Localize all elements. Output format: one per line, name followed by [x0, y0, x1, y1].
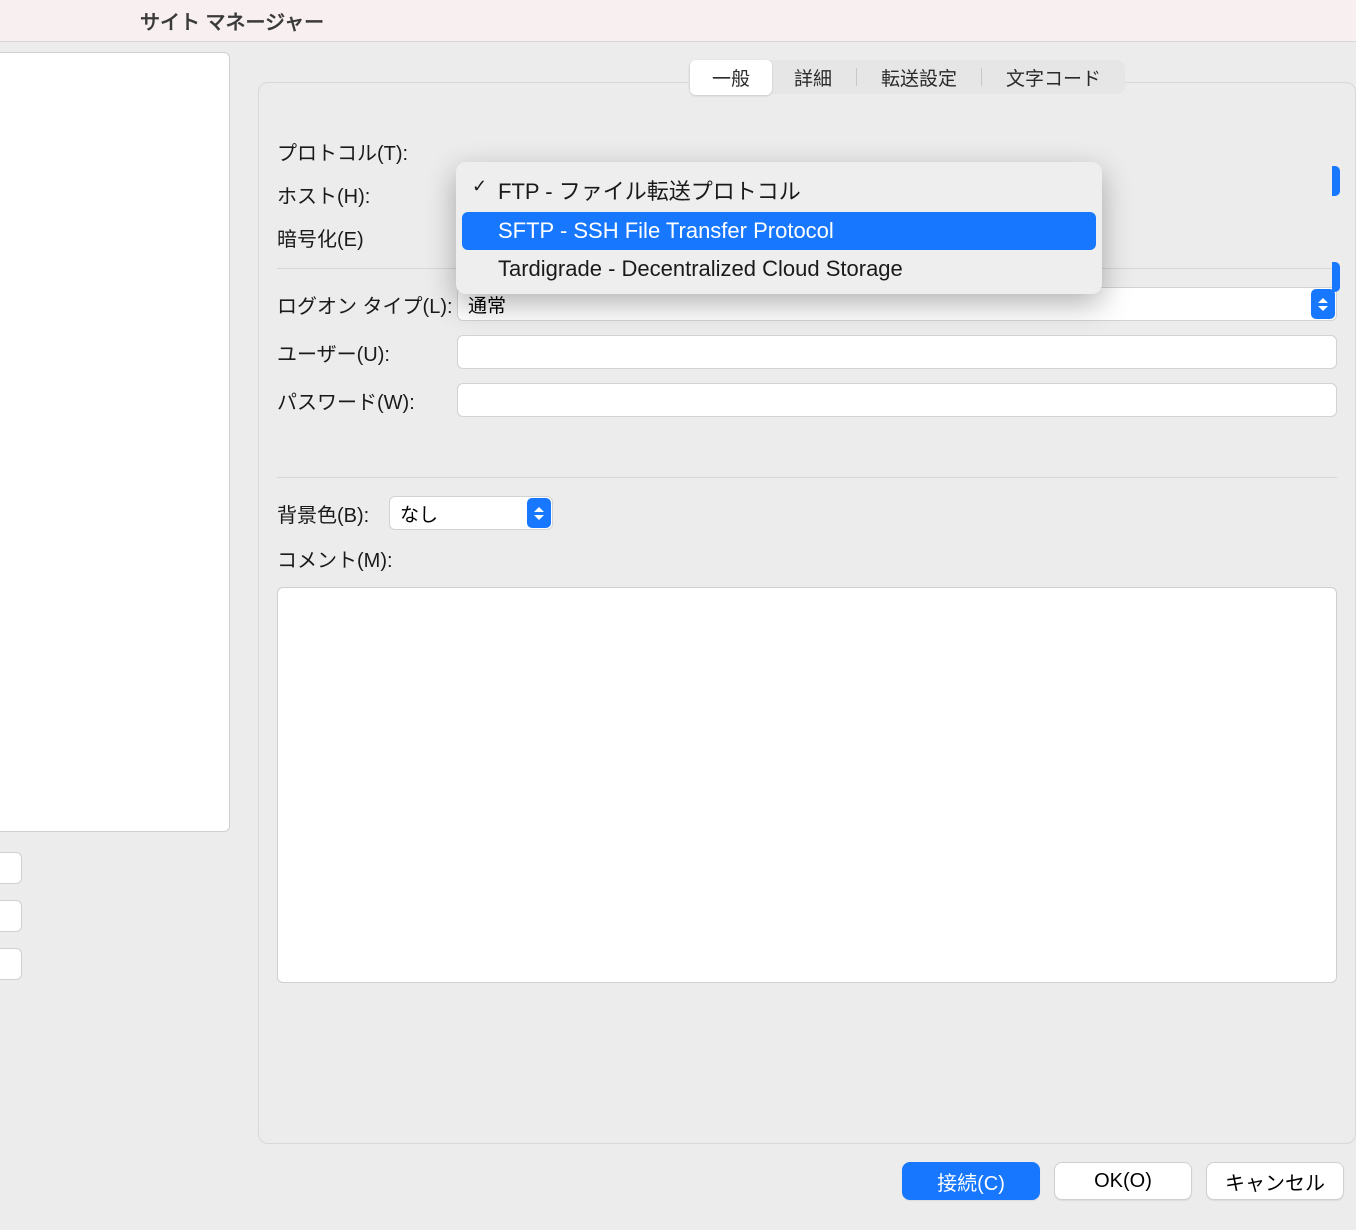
tab-separator: [981, 68, 982, 86]
divider: [277, 477, 1337, 478]
tab-transfer[interactable]: 転送設定: [859, 60, 979, 95]
updown-icon: [1311, 289, 1335, 319]
bgcolor-value: なし: [400, 500, 438, 527]
window-title: サイト マネージャー: [140, 6, 324, 35]
check-icon: ✓: [472, 176, 487, 197]
bgcolor-label: 背景色(B):: [277, 499, 389, 528]
password-label: パスワード(W):: [277, 386, 457, 415]
cancel-button[interactable]: キャンセル: [1206, 1162, 1344, 1200]
protocol-option-label: Tardigrade - Decentralized Cloud Storage: [498, 256, 903, 281]
comments-textarea[interactable]: [277, 587, 1337, 983]
protocol-option-sftp[interactable]: SFTP - SSH File Transfer Protocol: [462, 212, 1096, 250]
tab-general[interactable]: 一般: [690, 60, 772, 95]
left-button-2[interactable]: [0, 900, 22, 932]
window-titlebar: サイト マネージャー: [0, 0, 1356, 42]
user-input[interactable]: [457, 335, 1337, 369]
left-button-3[interactable]: [0, 948, 22, 980]
left-button-1[interactable]: [0, 852, 22, 884]
protocol-label: プロトコル(T):: [277, 137, 457, 166]
logon-type-value: 通常: [468, 291, 506, 318]
connect-button[interactable]: 接続(C): [902, 1162, 1040, 1200]
site-tree[interactable]: [0, 52, 230, 832]
tab-advanced[interactable]: 詳細: [772, 60, 854, 95]
protocol-option-ftp[interactable]: ✓ FTP - ファイル転送プロトコル: [462, 168, 1096, 212]
tab-charset[interactable]: 文字コード: [984, 60, 1123, 95]
password-input[interactable]: [457, 383, 1337, 417]
ok-button[interactable]: OK(O): [1054, 1162, 1192, 1200]
bgcolor-select[interactable]: なし: [389, 496, 553, 530]
protocol-dropdown[interactable]: ✓ FTP - ファイル転送プロトコル SFTP - SSH File Tran…: [456, 162, 1102, 294]
encryption-select-edge: [1332, 262, 1340, 292]
user-label: ユーザー(U):: [277, 338, 457, 367]
tab-bar: 一般 詳細 転送設定 文字コード: [688, 60, 1125, 94]
dialog-buttons: 接続(C) OK(O) キャンセル: [902, 1162, 1344, 1200]
protocol-option-tardigrade[interactable]: Tardigrade - Decentralized Cloud Storage: [462, 250, 1096, 288]
comments-label: コメント(M):: [277, 544, 457, 573]
left-pane: [0, 42, 230, 1230]
updown-icon: [527, 498, 551, 528]
protocol-option-label: FTP - ファイル転送プロトコル: [498, 179, 801, 204]
protocol-select-edge: [1332, 166, 1340, 196]
host-label: ホスト(H):: [277, 180, 457, 209]
tab-separator: [856, 68, 857, 86]
logon-type-label: ログオン タイプ(L):: [277, 290, 457, 319]
protocol-option-label: SFTP - SSH File Transfer Protocol: [498, 218, 834, 243]
encryption-label: 暗号化(E): [277, 223, 457, 252]
